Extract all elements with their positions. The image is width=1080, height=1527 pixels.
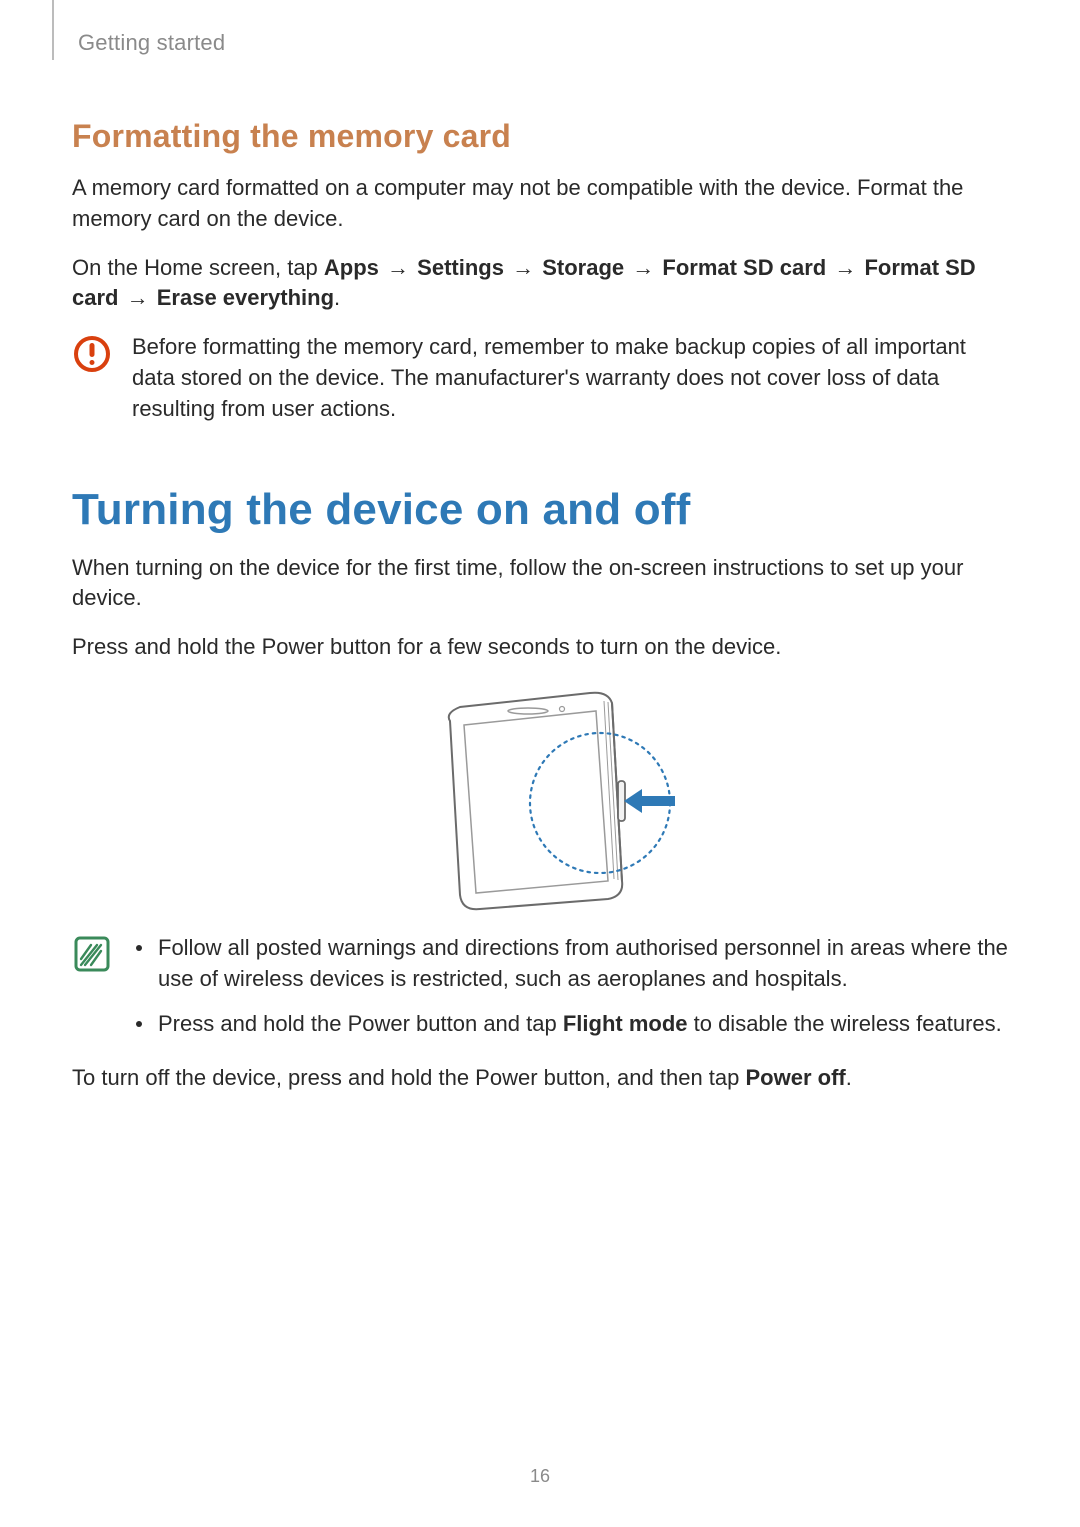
step-erase: Erase everything xyxy=(157,285,334,310)
device-illustration xyxy=(72,681,1008,911)
warning-text: Before formatting the memory card, remem… xyxy=(132,332,1008,424)
power-para-1: When turning on the device for the first… xyxy=(72,553,1008,615)
note-item-2-bold: Flight mode xyxy=(563,1011,688,1036)
power-para-3-lead: To turn off the device, press and hold t… xyxy=(72,1065,746,1090)
power-para-3: To turn off the device, press and hold t… xyxy=(72,1063,1008,1094)
step-format-sd-1: Format SD card xyxy=(662,255,826,280)
arrow-icon: → xyxy=(832,255,858,280)
note-item-1: Follow all posted warnings and direction… xyxy=(132,933,1008,995)
arrow-icon: → xyxy=(125,285,151,310)
format-para-1: A memory card formatted on a computer ma… xyxy=(72,173,1008,235)
step-apps: Apps xyxy=(324,255,379,280)
power-para-3-bold: Power off xyxy=(746,1065,846,1090)
page-number: 16 xyxy=(0,1466,1080,1487)
subheading-format-card: Formatting the memory card xyxy=(72,118,1008,155)
heading-turning-on-off: Turning the device on and off xyxy=(72,485,1008,535)
format-para-2: On the Home screen, tap Apps → Settings … xyxy=(72,253,1008,315)
manual-page: Getting started Formatting the memory ca… xyxy=(0,0,1080,1527)
note-callout: Follow all posted warnings and direction… xyxy=(72,933,1008,1053)
note-item-2: Press and hold the Power button and tap … xyxy=(132,1009,1008,1040)
power-para-3-trail: . xyxy=(846,1065,852,1090)
step-storage: Storage xyxy=(542,255,624,280)
header-rule xyxy=(52,0,54,60)
format-para-2-lead: On the Home screen, tap xyxy=(72,255,324,280)
format-para-2-trail: . xyxy=(334,285,340,310)
note-list: Follow all posted warnings and direction… xyxy=(132,933,1008,1053)
note-item-2-lead: Press and hold the Power button and tap xyxy=(158,1011,563,1036)
arrow-icon: → xyxy=(630,255,656,280)
note-icon xyxy=(72,933,112,1053)
note-item-2-trail: to disable the wireless features. xyxy=(688,1011,1002,1036)
warning-callout: Before formatting the memory card, remem… xyxy=(72,332,1008,424)
power-para-2: Press and hold the Power button for a fe… xyxy=(72,632,1008,663)
step-settings: Settings xyxy=(417,255,504,280)
section-header: Getting started xyxy=(78,30,1008,56)
warning-icon xyxy=(72,332,112,424)
arrow-icon: → xyxy=(510,255,536,280)
arrow-icon: → xyxy=(385,255,411,280)
